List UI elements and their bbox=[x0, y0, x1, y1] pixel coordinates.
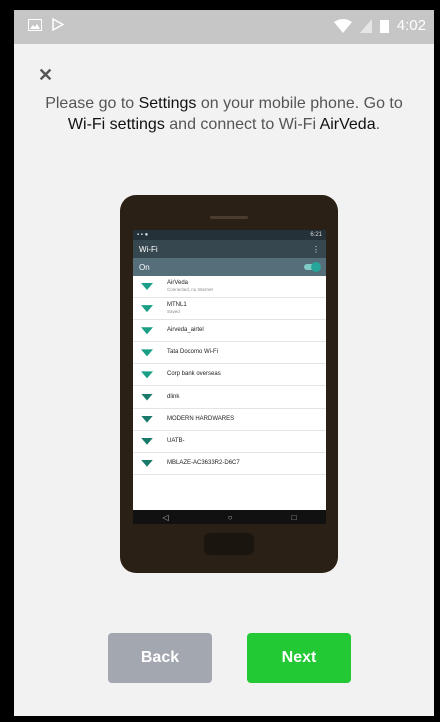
phone-on-label: On bbox=[139, 262, 150, 272]
phone-status-time: 6:21 bbox=[310, 232, 322, 238]
phone-notification-icons: ▪ ▪ ● bbox=[137, 232, 149, 238]
wifi-signal-icon bbox=[141, 437, 153, 445]
wifi-network-item: Corp bank overseas bbox=[133, 364, 326, 387]
wifi-network-item: AirVeda Connected, no Internet bbox=[133, 276, 326, 299]
wifi-network-item: MODERN HARDWARES bbox=[133, 409, 326, 431]
wifi-network-item: UATB- bbox=[133, 431, 326, 453]
phone-status-bar: ▪ ▪ ● 6:21 bbox=[133, 230, 326, 240]
wifi-network-name: Corp bank overseas bbox=[167, 371, 221, 378]
wifi-network-text: MODERN HARDWARES bbox=[167, 416, 234, 423]
phone-wifi-appbar: Wi-Fi ⋮ bbox=[133, 240, 326, 258]
instruction-part: . bbox=[375, 116, 381, 133]
image-icon bbox=[28, 18, 42, 31]
wifi-network-item: Airveda_airtel bbox=[133, 320, 326, 343]
status-right: 4:02 bbox=[333, 17, 426, 34]
wifi-network-text: AirVeda Connected, no Internet bbox=[167, 280, 213, 293]
wifi-network-text: UATB- bbox=[167, 438, 185, 445]
wifi-network-name: Tata Docomo Wi-Fi bbox=[167, 349, 219, 356]
wifi-network-name: MTNL1 bbox=[167, 302, 187, 309]
wifi-signal-icon bbox=[141, 393, 153, 401]
play-store-icon bbox=[52, 18, 64, 31]
wifi-network-item: MTNL1 Saved bbox=[133, 298, 326, 321]
no-sim-icon bbox=[359, 18, 372, 33]
battery-icon bbox=[379, 19, 389, 33]
status-time: 4:02 bbox=[396, 17, 426, 34]
instruction-part: Please go to bbox=[45, 95, 139, 112]
wifi-network-status: Saved bbox=[167, 309, 180, 315]
network-name-highlight: AirVeda bbox=[319, 116, 376, 133]
phone-home-button bbox=[204, 533, 254, 555]
wifi-signal-icon bbox=[141, 415, 153, 423]
wifi-icon bbox=[333, 18, 352, 33]
wifi-network-status: Connected, no Internet bbox=[167, 287, 213, 293]
wifi-signal-icon bbox=[141, 371, 153, 379]
phone-nav-bar: ◁ ○ □ bbox=[133, 510, 326, 524]
wifi-network-name: UATB- bbox=[167, 437, 185, 444]
wifi-network-text: MTNL1 Saved bbox=[167, 302, 187, 315]
toggle-switch-icon bbox=[304, 262, 321, 272]
wifi-network-item: dlink bbox=[133, 386, 326, 409]
wifi-network-text: Airveda_airtel bbox=[167, 327, 204, 334]
phone-recents-icon: □ bbox=[291, 512, 297, 522]
wifi-network-text: MBLAZE-AC3633R2-D6C7 bbox=[167, 460, 240, 467]
phone-speaker bbox=[210, 216, 248, 219]
wifi-signal-icon bbox=[141, 349, 153, 357]
settings-highlight: Settings bbox=[138, 95, 197, 112]
phone-home-icon: ○ bbox=[227, 512, 233, 522]
wifi-network-name: dlink bbox=[167, 393, 180, 400]
instruction-part: and connect to Wi-Fi bbox=[164, 116, 320, 133]
app-screen: 4:02 ✕ Please go to Settings on your mob… bbox=[14, 10, 434, 716]
close-icon[interactable]: ✕ bbox=[38, 65, 53, 86]
instruction-text: Please go to Settings on your mobile pho… bbox=[44, 93, 404, 135]
phone-screen: ▪ ▪ ● 6:21 Wi-Fi ⋮ On AirVeda Connected, … bbox=[133, 230, 326, 524]
phone-illustration: ▪ ▪ ● 6:21 Wi-Fi ⋮ On AirVeda Connected, … bbox=[120, 195, 338, 573]
wifi-network-name: MBLAZE-AC3633R2-D6C7 bbox=[167, 459, 240, 466]
wifi-network-name: MODERN HARDWARES bbox=[167, 415, 235, 422]
phone-wifi-list: AirVeda Connected, no Internet MTNL1 Saved A… bbox=[133, 276, 326, 475]
next-button[interactable]: Next bbox=[247, 633, 351, 683]
wifi-signal-icon bbox=[141, 459, 153, 467]
wifi-network-text: Tata Docomo Wi-Fi bbox=[167, 349, 218, 356]
phone-menu-icon: ⋮ bbox=[312, 244, 320, 254]
wifi-signal-icon bbox=[141, 305, 153, 313]
instruction-part: on your mobile phone. Go to bbox=[196, 95, 403, 112]
status-bar: 4:02 bbox=[14, 10, 434, 44]
phone-back-icon: ◁ bbox=[162, 512, 169, 522]
wifi-signal-icon bbox=[141, 327, 153, 335]
wifi-network-name: Airveda_airtel bbox=[167, 327, 204, 334]
phone-wifi-toggle-row: On bbox=[133, 258, 326, 276]
back-button[interactable]: Back bbox=[108, 633, 212, 683]
wifi-network-text: Corp bank overseas bbox=[167, 371, 221, 378]
wifi-settings-highlight: Wi-Fi settings bbox=[67, 116, 165, 133]
status-left bbox=[28, 18, 64, 31]
wifi-network-item: Tata Docomo Wi-Fi bbox=[133, 342, 326, 365]
wifi-network-name: AirVeda bbox=[167, 280, 189, 287]
wifi-network-item: MBLAZE-AC3633R2-D6C7 bbox=[133, 453, 326, 475]
wifi-network-text: dlink bbox=[167, 394, 179, 401]
wifi-signal-icon bbox=[141, 283, 153, 291]
phone-wifi-title: Wi-Fi bbox=[139, 244, 158, 254]
